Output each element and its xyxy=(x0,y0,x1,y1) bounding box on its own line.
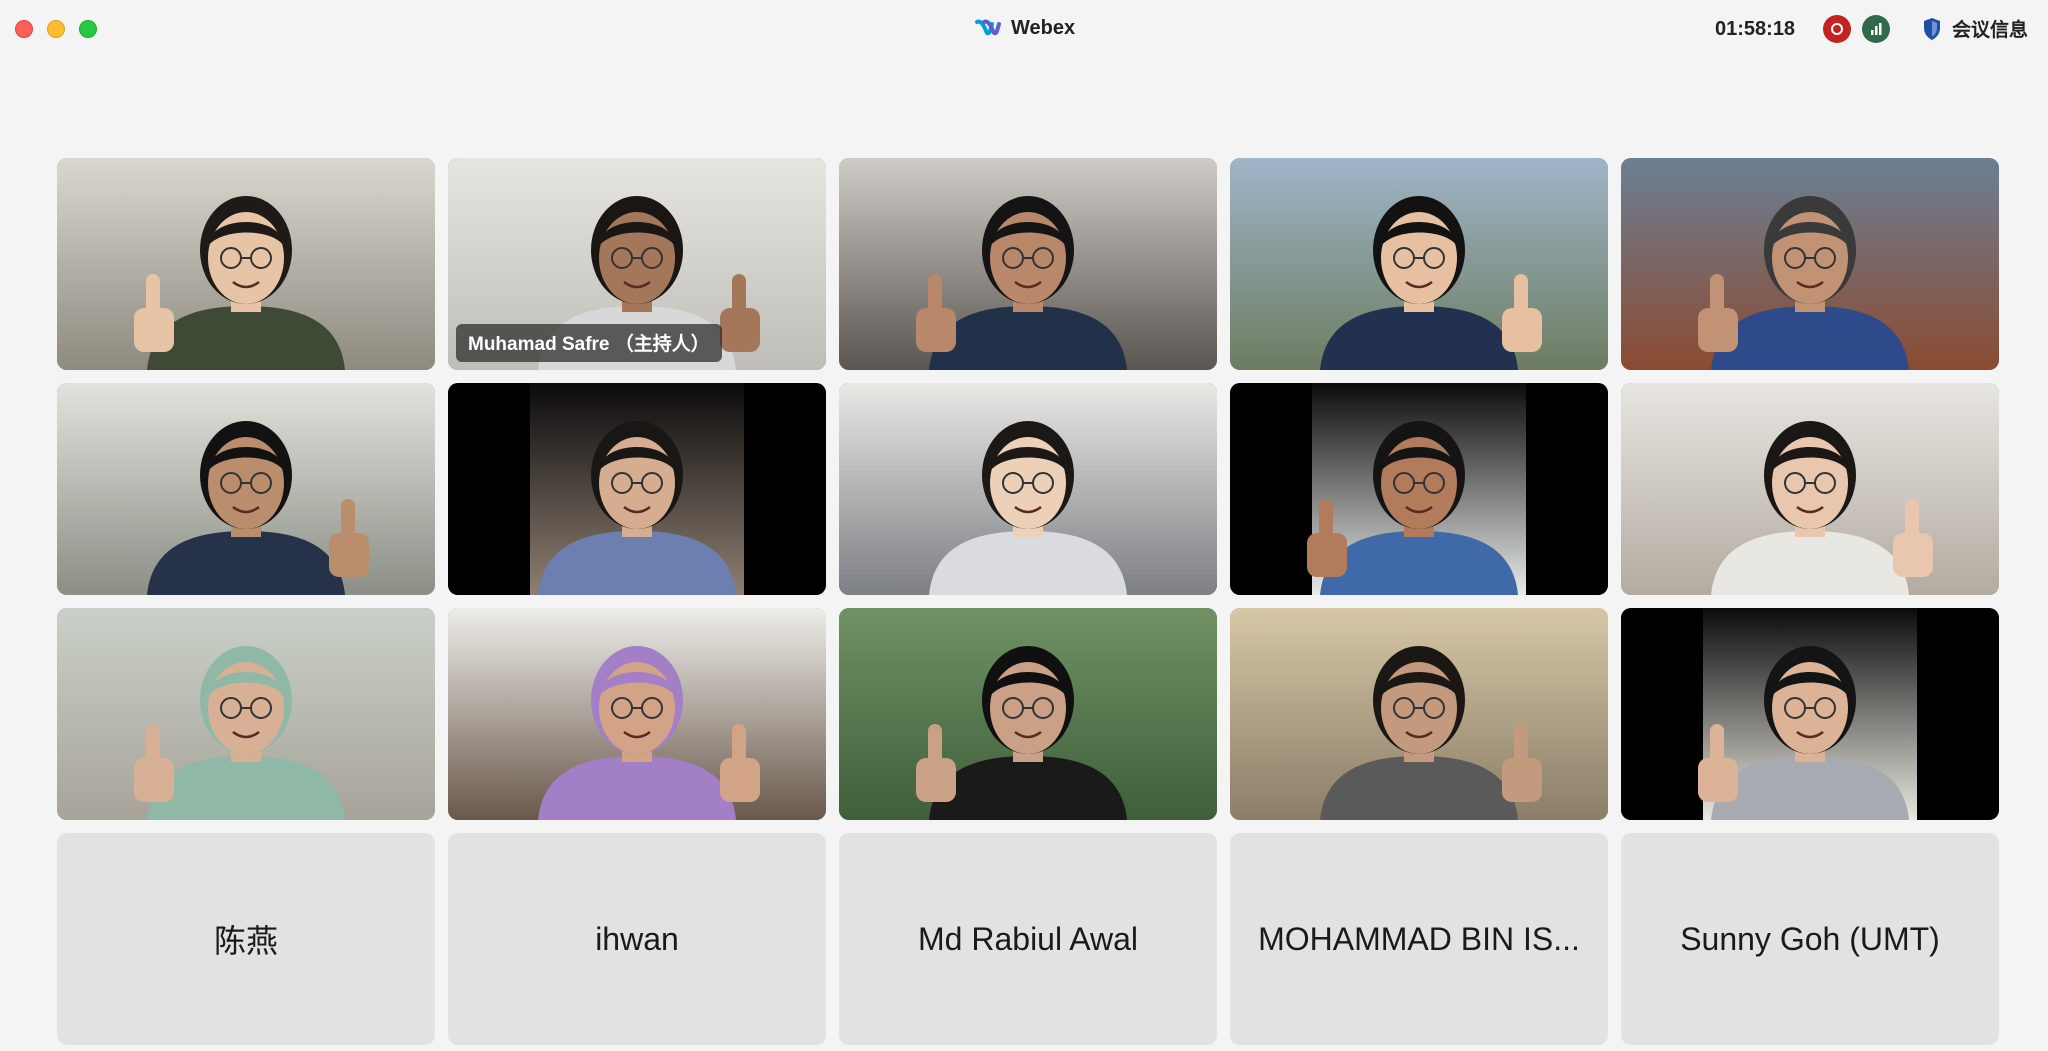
participant-video xyxy=(1621,383,1999,595)
participant-video-tile[interactable] xyxy=(1230,158,1608,370)
title-bar: Webex 01:58:18 会议信息 xyxy=(0,0,2048,60)
minimize-window-button[interactable] xyxy=(47,20,65,38)
participant-video xyxy=(448,608,826,820)
participant-video-tile[interactable] xyxy=(839,158,1217,370)
meeting-timer: 01:58:18 xyxy=(1715,18,1796,40)
participant-video xyxy=(1230,383,1608,595)
participant-video xyxy=(57,383,435,595)
participant-video-tile[interactable] xyxy=(57,383,435,595)
recording-icon[interactable] xyxy=(1823,15,1851,43)
participant-video-tile[interactable] xyxy=(57,608,435,820)
participant-video xyxy=(1621,158,1999,370)
participant-name-label: Muhamad Safre （主持人） xyxy=(456,324,722,362)
participant-video-tile[interactable] xyxy=(57,158,435,370)
participant-video-tile[interactable] xyxy=(1621,383,1999,595)
participant-name: MOHAMMAD BIN IS... xyxy=(1258,920,1580,957)
participant-video xyxy=(57,608,435,820)
meeting-info-label: 会议信息 xyxy=(1952,19,2029,41)
participant-name: 陈燕 xyxy=(213,923,278,959)
participant-placeholder-tile[interactable]: Md Rabiul Awal xyxy=(839,833,1217,1045)
app-title: Webex xyxy=(975,17,1075,40)
participant-video xyxy=(57,158,435,370)
participant-video-tile[interactable] xyxy=(839,383,1217,595)
participant-video xyxy=(839,158,1217,370)
participant-video-tile[interactable] xyxy=(448,608,826,820)
participant-video-tile[interactable] xyxy=(1621,608,1999,820)
maximize-window-button[interactable] xyxy=(79,20,97,38)
participant-video-tile[interactable]: Muhamad Safre （主持人） xyxy=(448,158,826,370)
participant-video xyxy=(1230,158,1608,370)
participant-video xyxy=(839,608,1217,820)
close-window-button[interactable] xyxy=(15,20,33,38)
meeting-info-button[interactable]: 会议信息 xyxy=(1922,15,2028,42)
participant-name: Md Rabiul Awal xyxy=(918,920,1138,957)
participant-grid: Muhamad Safre （主持人） 陈燕 ihwan Md Rabiul Awal… xyxy=(57,158,1999,1045)
participant-video-tile[interactable] xyxy=(1230,383,1608,595)
participant-video-tile[interactable] xyxy=(839,608,1217,820)
participant-placeholder-tile[interactable]: 陈燕 xyxy=(57,833,435,1045)
app-title-text: Webex xyxy=(1011,17,1076,39)
participant-placeholder-tile[interactable]: ihwan xyxy=(448,833,826,1045)
webex-logo-icon xyxy=(975,19,1001,35)
webex-window: Webex 01:58:18 会议信息 Muhamad Safre （主持人） 陈… xyxy=(0,0,2048,1051)
participant-video-tile[interactable] xyxy=(448,383,826,595)
shield-icon xyxy=(1924,17,1940,40)
participant-placeholder-tile[interactable]: Sunny Goh (UMT) xyxy=(1621,833,1999,1045)
participant-video xyxy=(839,383,1217,595)
participant-name: Sunny Goh (UMT) xyxy=(1680,920,1940,957)
participant-video-tile[interactable] xyxy=(1230,608,1608,820)
participant-video-tile[interactable] xyxy=(1621,158,1999,370)
participant-video xyxy=(1621,608,1999,820)
participant-name: ihwan xyxy=(595,920,679,957)
participant-video xyxy=(1230,608,1608,820)
participant-placeholder-tile[interactable]: MOHAMMAD BIN IS... xyxy=(1230,833,1608,1045)
network-signal-icon[interactable] xyxy=(1862,15,1890,43)
participant-video xyxy=(448,383,826,595)
